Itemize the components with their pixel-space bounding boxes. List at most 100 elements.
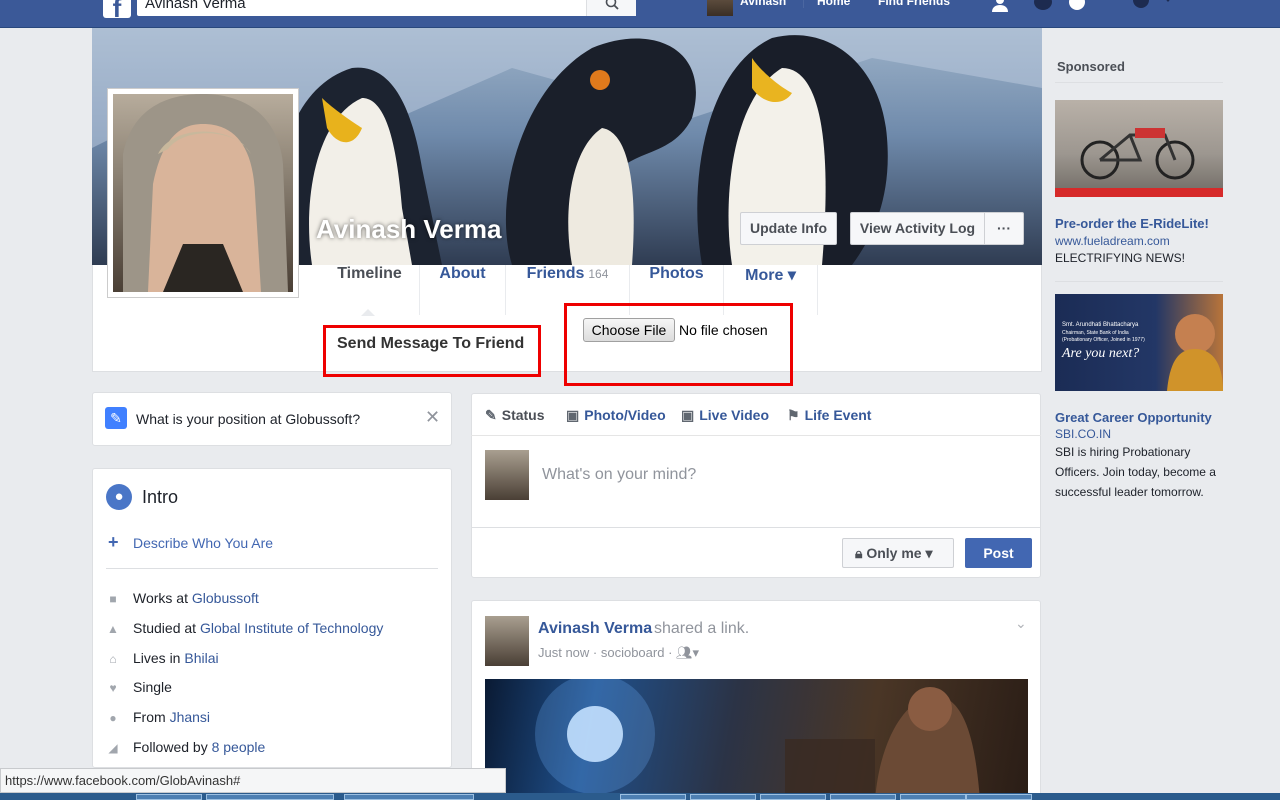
- taskbar-item[interactable]: [136, 794, 202, 800]
- nav-divider: [803, 0, 804, 8]
- divider: [1055, 82, 1223, 83]
- tab-photos-label: Photos: [649, 265, 704, 282]
- tab-about[interactable]: About: [420, 265, 506, 315]
- choose-file-button[interactable]: Choose File: [583, 318, 675, 342]
- taskbar-item[interactable]: [690, 794, 756, 800]
- divider: [471, 527, 1041, 528]
- profile-name[interactable]: Avinash Verma: [316, 214, 501, 245]
- taskbar-item[interactable]: [760, 794, 826, 800]
- flag-icon: ⚑: [787, 407, 800, 423]
- nav-home-link[interactable]: Home: [817, 0, 850, 8]
- ad-text: SBI is hiring Probationary Officers. Joi…: [1055, 445, 1216, 499]
- composer-tab-life-event[interactable]: ⚑ Life Event: [787, 407, 871, 424]
- ad-title[interactable]: Great Career Opportunity: [1055, 410, 1212, 425]
- sponsored-heading: Sponsored: [1057, 59, 1125, 74]
- intro-row-relationship: ♥ Single: [106, 679, 172, 699]
- taskbar-item[interactable]: [344, 794, 474, 800]
- post-author-link[interactable]: Avinash Verma: [538, 620, 652, 638]
- notifications-globe-icon[interactable]: [1066, 0, 1088, 14]
- taskbar-item[interactable]: [206, 794, 334, 800]
- more-options-button[interactable]: ···: [984, 212, 1024, 245]
- nav-profile-link[interactable]: Avinash: [740, 0, 786, 8]
- ad-image-caption-role: Chairman, State Bank of India: [1062, 330, 1129, 336]
- composer-tab-photo-video[interactable]: ▣ Photo/Video: [566, 407, 666, 424]
- tab-about-label: About: [439, 265, 486, 282]
- post-options-chevron-icon[interactable]: ⌄: [1015, 615, 1027, 632]
- tab-friends-label: Friends: [526, 265, 585, 282]
- avatar[interactable]: [485, 616, 529, 666]
- file-input-highlight: [564, 303, 793, 386]
- tab-more-label: More ▾: [745, 267, 796, 284]
- intro-row-education: ▲ Studied at Global Institute of Technolo…: [106, 620, 383, 640]
- composer-tab-label: Status: [501, 407, 545, 423]
- lock-icon: 🔒︎: [855, 545, 867, 561]
- account-menu-chevron-icon[interactable]: [1157, 0, 1179, 14]
- briefcase-icon: ■: [109, 592, 117, 607]
- ad-image[interactable]: Smt. Arundhati Bhattacharya Chairman, St…: [1055, 294, 1223, 391]
- messages-icon[interactable]: [1032, 0, 1054, 14]
- position-prompt-text[interactable]: What is your position at Globussoft?: [136, 411, 360, 427]
- school-icon: ▲: [107, 622, 119, 637]
- avatar: [485, 450, 529, 500]
- taskbar-item[interactable]: [620, 794, 686, 800]
- rss-icon: ◢: [108, 741, 118, 756]
- search-button[interactable]: [586, 0, 636, 16]
- camera-icon: ▣: [566, 407, 580, 423]
- ad-domain[interactable]: www.fueladream.com: [1055, 234, 1170, 248]
- view-activity-log-button[interactable]: View Activity Log: [850, 212, 985, 245]
- plus-icon[interactable]: +: [108, 532, 119, 553]
- intro-row-from: ● From Jhansi: [106, 709, 210, 729]
- tab-timeline-label: Timeline: [337, 265, 402, 282]
- chevron-down-icon: ▾: [921, 545, 933, 561]
- privacy-selector-button[interactable]: 🔒︎ Only me ▾: [842, 538, 954, 568]
- divider: [106, 568, 438, 569]
- globe-icon: ●: [106, 484, 132, 510]
- profile-picture[interactable]: [107, 88, 299, 298]
- intro-row-prefix: Followed by: [133, 739, 212, 755]
- nav-find-friends-link[interactable]: Find Friends: [878, 0, 950, 8]
- intro-row-link[interactable]: Globussoft: [192, 590, 259, 606]
- nav-avatar[interactable]: [707, 0, 733, 16]
- post-action-text: shared a link.: [654, 620, 750, 637]
- close-icon[interactable]: ✕: [425, 407, 440, 428]
- video-camera-icon: ▣: [681, 407, 695, 423]
- privacy-label: Only me: [866, 545, 922, 561]
- send-message-to-friend-link[interactable]: Send Message To Friend: [337, 335, 524, 353]
- intro-title: Intro: [142, 487, 179, 507]
- divider: [471, 435, 1041, 436]
- file-status-text: No file chosen: [679, 322, 768, 338]
- intro-row-link[interactable]: Bhilai: [184, 650, 218, 666]
- tab-timeline[interactable]: Timeline: [320, 265, 420, 315]
- ad-title[interactable]: Pre-order the E-RideLite!: [1055, 216, 1209, 231]
- ad-domain[interactable]: SBI.CO.IN: [1055, 427, 1111, 441]
- intro-row-prefix: Works at: [133, 590, 192, 606]
- audience-icon[interactable]: 👥︎▾: [676, 645, 699, 660]
- browser-status-bar: https://www.facebook.com/GlobAvinash#: [0, 768, 506, 793]
- taskbar-item[interactable]: [966, 794, 1032, 800]
- whats-on-your-mind-input[interactable]: What's on your mind?: [542, 466, 696, 484]
- intro-row-prefix: Single: [133, 679, 172, 695]
- describe-who-you-are-link[interactable]: Describe Who You Are: [133, 535, 273, 551]
- composer-tab-status[interactable]: ✎ Status: [485, 407, 545, 424]
- intro-row-lives: ⌂ Lives in Bhilai: [106, 650, 218, 670]
- help-icon[interactable]: [1130, 0, 1152, 14]
- post-button[interactable]: Post: [965, 538, 1032, 568]
- search-input[interactable]: [137, 0, 597, 16]
- intro-row-link[interactable]: Jhansi: [170, 709, 210, 725]
- composer-tab-label: Life Event: [804, 407, 872, 423]
- taskbar-item[interactable]: [900, 794, 966, 800]
- post-image[interactable]: [485, 679, 1028, 800]
- divider: [1055, 281, 1223, 282]
- update-info-button[interactable]: Update Info: [740, 212, 837, 245]
- intro-row-link[interactable]: 8 people: [212, 739, 266, 755]
- facebook-logo-icon[interactable]: f: [103, 0, 131, 23]
- friend-requests-icon[interactable]: [991, 0, 1013, 14]
- ad-image[interactable]: [1055, 100, 1223, 197]
- intro-row-work: ■ Works at Globussoft: [106, 590, 259, 610]
- composer-tab-live-video[interactable]: ▣ Live Video: [681, 407, 769, 424]
- ad-image-caption-note: (Probationary Officer, Joined in 1977): [1062, 337, 1145, 343]
- home-icon: ⌂: [109, 652, 117, 667]
- intro-row-prefix: From: [133, 709, 170, 725]
- intro-row-link[interactable]: Global Institute of Technology: [200, 620, 383, 636]
- taskbar-item[interactable]: [830, 794, 896, 800]
